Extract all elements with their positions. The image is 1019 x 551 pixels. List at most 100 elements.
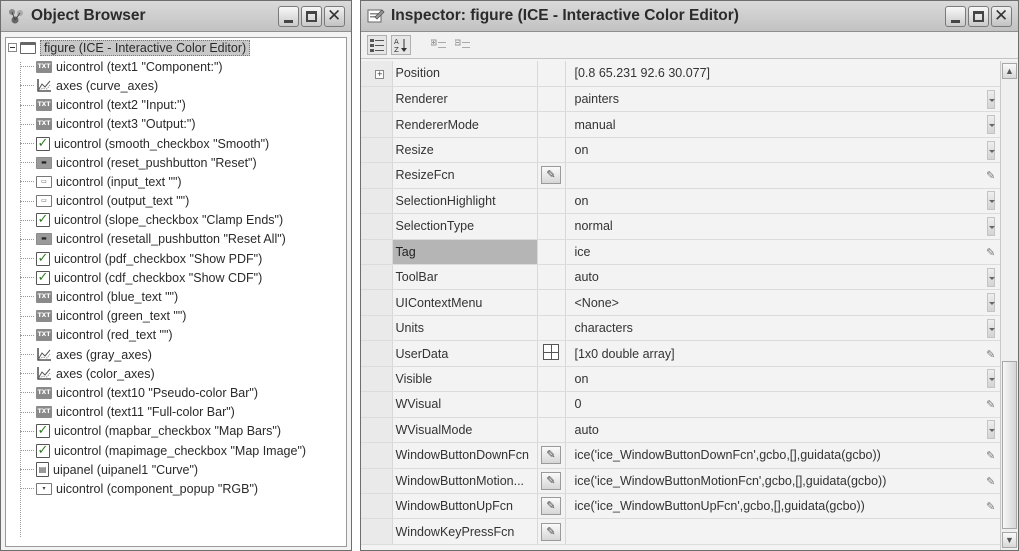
property-row-userdata[interactable]: UserData [1x0 double array] ✎ bbox=[361, 340, 1018, 367]
property-edit-cell[interactable] bbox=[982, 366, 1000, 393]
property-value[interactable]: on bbox=[565, 137, 982, 164]
property-row-windowbuttondownfcn[interactable]: WindowButtonDownFcn ✎ ice('ice_WindowButto… bbox=[361, 442, 1018, 469]
property-value[interactable]: [0.8 65.231 92.6 30.077] bbox=[565, 61, 982, 87]
tree-item[interactable]: ▤ uipanel (uipanel1 "Curve") bbox=[6, 460, 346, 479]
property-row-resize[interactable]: Resize on bbox=[361, 137, 1018, 164]
tree-item[interactable]: TXT uicontrol (green_text "") bbox=[6, 307, 346, 326]
property-name[interactable]: WVisualMode bbox=[392, 417, 538, 444]
tree-item[interactable]: ✓ uicontrol (smooth_checkbox "Smooth") bbox=[6, 134, 346, 153]
tree-item[interactable]: axes (gray_axes) bbox=[6, 345, 346, 364]
property-value[interactable]: auto bbox=[565, 417, 982, 444]
property-grid-scrollbar[interactable]: ▲ ▼ bbox=[1000, 61, 1018, 550]
tree-item[interactable]: ✓ uicontrol (mapbar_checkbox "Map Bars") bbox=[6, 422, 346, 441]
edit-pencil-icon[interactable]: ✎ bbox=[986, 349, 995, 361]
property-row-selectiontype[interactable]: SelectionType normal bbox=[361, 213, 1018, 240]
property-edit-cell[interactable] bbox=[982, 137, 1000, 164]
tree-item[interactable]: TXT uicontrol (text10 "Pseudo-color Bar") bbox=[6, 383, 346, 402]
property-value[interactable]: manual bbox=[565, 111, 982, 138]
property-row-tag[interactable]: Tag ice ✎ bbox=[361, 239, 1018, 266]
tree-item[interactable]: ✓ uicontrol (slope_checkbox "Clamp Ends") bbox=[6, 211, 346, 230]
property-edit-cell[interactable] bbox=[982, 417, 1000, 444]
property-name[interactable]: Renderer bbox=[392, 86, 538, 113]
callback-editor-icon[interactable]: ✎ bbox=[541, 522, 561, 541]
row-gutter[interactable]: + bbox=[368, 61, 393, 87]
property-row-windowkeypressfcn[interactable]: WindowKeyPressFcn ✎ bbox=[361, 518, 1018, 545]
tree-item[interactable]: ▭ uicontrol (input_text "") bbox=[6, 172, 346, 191]
minimize-button[interactable] bbox=[945, 6, 966, 27]
property-value[interactable]: normal bbox=[565, 213, 982, 240]
tree-item[interactable]: TXT uicontrol (text1 "Component:") bbox=[6, 57, 346, 76]
property-value[interactable]: [1x0 double array] bbox=[565, 340, 982, 367]
property-name[interactable]: UIContextMenu bbox=[392, 289, 538, 316]
property-row-toolbar[interactable]: ToolBar auto bbox=[361, 264, 1018, 291]
property-name[interactable]: WindowButtonUpFcn bbox=[392, 493, 538, 520]
alphabetical-sort-button[interactable]: A Z bbox=[391, 35, 411, 55]
categorized-view-button[interactable] bbox=[367, 35, 387, 55]
scroll-thumb[interactable] bbox=[1002, 361, 1017, 529]
property-value[interactable] bbox=[565, 518, 982, 545]
property-value[interactable]: ice('ice_WindowButtonUpFcn',gcbo,[],guid… bbox=[565, 493, 982, 520]
property-value[interactable]: ice('ice_WindowButtonDownFcn',gcbo,[],gu… bbox=[565, 442, 982, 469]
property-edit-cell[interactable] bbox=[982, 264, 1000, 291]
property-row-renderer[interactable]: Renderer painters bbox=[361, 86, 1018, 113]
maximize-button[interactable] bbox=[968, 6, 989, 27]
property-row-uicontextmenu[interactable]: UIContextMenu <None> bbox=[361, 289, 1018, 316]
property-action-cell[interactable]: ✎ bbox=[537, 518, 566, 545]
property-value[interactable]: on bbox=[565, 366, 982, 393]
property-row-position[interactable]: + Position [0.8 65.231 92.6 30.077] bbox=[361, 61, 1018, 87]
close-button[interactable]: ✕ bbox=[991, 6, 1012, 27]
property-row-renderermode[interactable]: RendererMode manual bbox=[361, 111, 1018, 138]
tree-item[interactable]: ✓ uicontrol (pdf_checkbox "Show PDF") bbox=[6, 249, 346, 268]
edit-pencil-icon[interactable]: ✎ bbox=[986, 450, 995, 462]
tree-item[interactable]: ▾ uicontrol (component_popup "RGB") bbox=[6, 479, 346, 498]
property-name[interactable]: Units bbox=[392, 315, 538, 342]
property-edit-cell[interactable]: ✎ bbox=[982, 493, 1000, 520]
property-action-cell[interactable]: ✎ bbox=[537, 442, 566, 469]
property-edit-cell[interactable] bbox=[982, 315, 1000, 342]
callback-editor-icon[interactable]: ✎ bbox=[541, 471, 561, 490]
property-edit-cell[interactable] bbox=[982, 213, 1000, 240]
property-value[interactable]: characters bbox=[565, 315, 982, 342]
object-tree[interactable]: figure (ICE - Interactive Color Editor) … bbox=[5, 37, 347, 547]
close-button[interactable]: ✕ bbox=[324, 6, 345, 27]
property-edit-cell[interactable] bbox=[982, 289, 1000, 316]
property-value[interactable]: painters bbox=[565, 86, 982, 113]
edit-pencil-icon[interactable]: ✎ bbox=[986, 476, 995, 488]
property-row-units[interactable]: Units characters bbox=[361, 315, 1018, 342]
property-edit-cell[interactable] bbox=[982, 111, 1000, 138]
property-edit-cell[interactable] bbox=[982, 188, 1000, 215]
tree-item[interactable]: TXT uicontrol (text11 "Full-color Bar") bbox=[6, 403, 346, 422]
property-row-windowbuttonmotion[interactable]: WindowButtonMotion... ✎ ice('ice_WindowBut… bbox=[361, 468, 1018, 494]
minimize-button[interactable] bbox=[278, 6, 299, 27]
property-name[interactable]: RendererMode bbox=[392, 111, 538, 138]
dropdown-arrow-icon[interactable] bbox=[986, 420, 995, 440]
property-value[interactable]: 0 bbox=[565, 391, 982, 418]
tree-item[interactable]: ✓ uicontrol (cdf_checkbox "Show CDF") bbox=[6, 268, 346, 287]
property-action-cell[interactable] bbox=[537, 340, 566, 367]
property-edit-cell[interactable]: ✎ bbox=[982, 468, 1000, 494]
dropdown-arrow-icon[interactable] bbox=[986, 369, 995, 389]
collapse-icon[interactable] bbox=[8, 43, 17, 53]
property-name[interactable]: WindowKeyPressFcn bbox=[392, 518, 538, 545]
property-name[interactable]: Resize bbox=[392, 137, 538, 164]
property-name[interactable]: WindowButtonDownFcn bbox=[392, 442, 538, 469]
callback-editor-icon[interactable]: ✎ bbox=[541, 497, 561, 516]
property-row-wvisual[interactable]: WVisual 0 ✎ bbox=[361, 391, 1018, 418]
property-edit-cell[interactable]: ✎ bbox=[982, 442, 1000, 469]
property-action-cell[interactable]: ✎ bbox=[537, 493, 566, 520]
callback-editor-icon[interactable]: ✎ bbox=[541, 166, 561, 185]
property-value[interactable]: ice bbox=[565, 239, 982, 266]
tree-item[interactable]: ✓ uicontrol (mapimage_checkbox "Map Image… bbox=[6, 441, 346, 460]
property-name[interactable]: Tag bbox=[392, 239, 538, 266]
property-action-cell[interactable]: ✎ bbox=[537, 468, 566, 494]
property-name[interactable]: SelectionType bbox=[392, 213, 538, 240]
array-editor-icon[interactable] bbox=[543, 344, 559, 361]
tree-root-node[interactable]: figure (ICE - Interactive Color Editor) bbox=[6, 38, 346, 57]
callback-editor-icon[interactable]: ✎ bbox=[541, 446, 561, 465]
edit-pencil-icon[interactable]: ✎ bbox=[986, 501, 995, 513]
collapse-all-button[interactable] bbox=[453, 35, 473, 55]
tree-item[interactable]: TXT uicontrol (red_text "") bbox=[6, 326, 346, 345]
property-edit-cell[interactable] bbox=[982, 86, 1000, 113]
expand-all-button[interactable] bbox=[429, 35, 449, 55]
property-value[interactable]: auto bbox=[565, 264, 982, 291]
